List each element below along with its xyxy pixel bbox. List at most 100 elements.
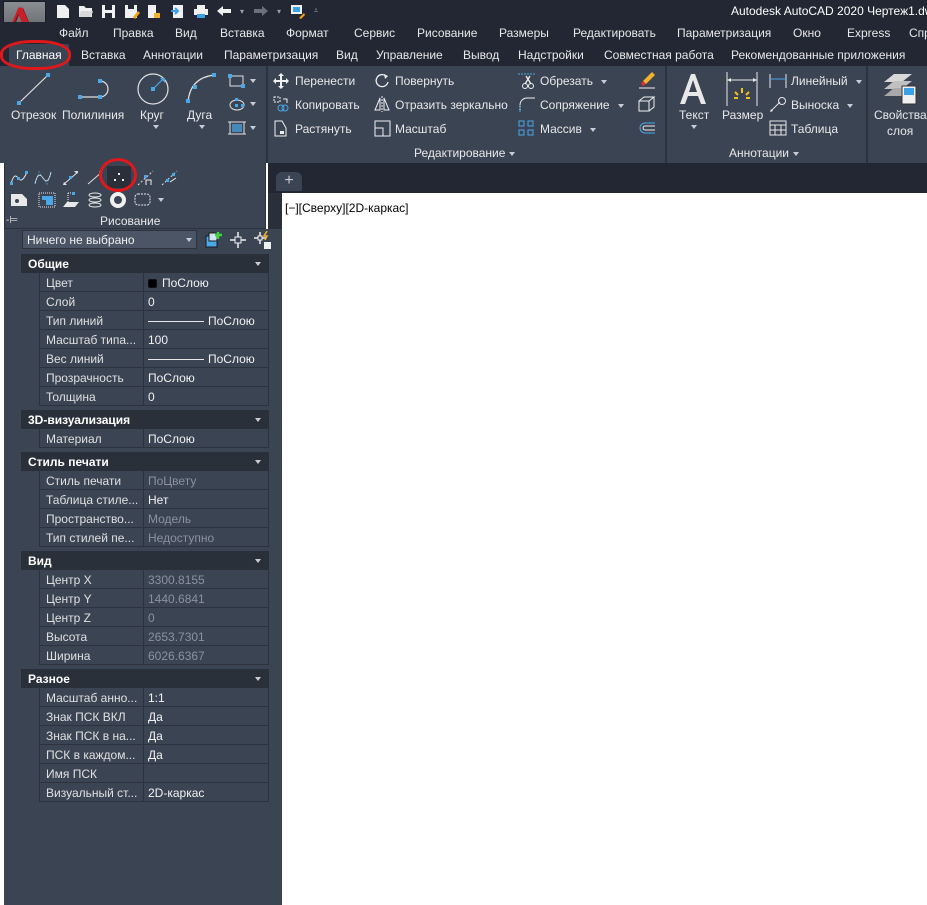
property-row[interactable]: Центр X 3300.8155 (39, 570, 269, 589)
region-icon[interactable] (10, 193, 28, 210)
array-dropdown-icon[interactable] (589, 127, 596, 132)
rectangle-tool[interactable] (228, 74, 258, 88)
hatch-dropdown-icon[interactable] (250, 126, 256, 130)
redo-icon[interactable] (252, 3, 269, 20)
property-row[interactable]: Цвет ПоСлою (39, 273, 269, 292)
trim-button[interactable]: Обрезать (540, 74, 607, 88)
ellipse-dropdown-icon[interactable] (250, 102, 256, 106)
property-row[interactable]: Тип стилей пе... Недоступно (39, 528, 269, 547)
collapse-group-icon[interactable] (255, 460, 261, 464)
property-group-header[interactable]: Вид (21, 551, 269, 570)
pin-panel-icon[interactable]: -⊨ (6, 215, 18, 226)
modify-panel-title[interactable]: Редактирование (414, 146, 516, 160)
property-row[interactable]: Стиль печати ПоЦвету (39, 471, 269, 490)
copy-button[interactable]: Копировать (295, 98, 360, 112)
dimension-tool-label[interactable]: Размер (722, 108, 763, 122)
menu-dimension[interactable]: Размеры (499, 26, 549, 40)
menu-help[interactable]: Справка (909, 26, 927, 40)
menu-format[interactable]: Формат (286, 26, 329, 40)
property-value[interactable]: 100 (148, 333, 168, 347)
text-tool-icon[interactable] (678, 72, 708, 106)
collapse-group-icon[interactable] (255, 559, 261, 563)
property-group-header[interactable]: 3D-визуализация (21, 410, 269, 429)
donut-icon[interactable] (110, 192, 126, 211)
property-value[interactable]: 0 (148, 390, 155, 404)
move-button[interactable]: Перенести (295, 74, 355, 88)
tab-manage[interactable]: Управление (376, 44, 443, 66)
property-row[interactable]: Слой 0 (39, 292, 269, 311)
ellipse-tool[interactable] (228, 97, 258, 111)
erase-icon[interactable] (638, 71, 656, 92)
property-value[interactable]: ПоСлою (148, 352, 255, 366)
property-group-header[interactable]: Общие (21, 254, 269, 273)
tab-insert[interactable]: Вставка (81, 44, 126, 66)
explode-icon[interactable] (638, 96, 656, 115)
menu-view[interactable]: Вид (175, 26, 197, 40)
layer-properties-label-2[interactable]: слоя (887, 124, 913, 138)
arc-dropdown-icon[interactable] (199, 125, 205, 129)
line-tool-label[interactable]: Отрезок (11, 108, 56, 122)
polyline-tool-icon[interactable] (76, 78, 112, 102)
layer-properties-icon[interactable] (882, 72, 918, 106)
open-folder-icon[interactable] (77, 3, 94, 20)
save-as-icon[interactable] (123, 3, 140, 20)
menu-express[interactable]: Express (847, 26, 890, 40)
property-row[interactable]: Имя ПСК (39, 764, 269, 783)
save-to-web-icon[interactable] (169, 3, 186, 20)
multiple-points-button[interactable] (107, 166, 131, 188)
menu-window[interactable]: Окно (793, 26, 821, 40)
property-row[interactable]: Пространство... Модель (39, 509, 269, 528)
toggle-pickadd-icon[interactable] (205, 231, 223, 249)
gradient-icon[interactable] (38, 192, 56, 211)
print-icon[interactable] (192, 3, 209, 20)
property-value[interactable]: Да (148, 748, 163, 762)
select-objects-icon[interactable] (229, 231, 247, 249)
workspace-icon[interactable] (289, 3, 306, 20)
property-row[interactable]: Центр Y 1440.6841 (39, 589, 269, 608)
property-row[interactable]: Знак ПСК ВКЛ Да (39, 707, 269, 726)
property-value[interactable]: ПоСлою (148, 276, 209, 290)
menu-edit[interactable]: Правка (113, 26, 154, 40)
property-group-header[interactable]: Стиль печати (21, 452, 269, 471)
measure-icon[interactable] (161, 170, 179, 189)
tab-collaborate[interactable]: Совместная работа (604, 44, 714, 66)
property-value[interactable]: 1:1 (148, 691, 165, 705)
draw-panel-title[interactable]: Рисование (100, 214, 160, 228)
viewport-controls[interactable]: [−][Сверху][2D-каркас] (285, 201, 409, 215)
divide-icon[interactable] (137, 170, 155, 189)
line-tool-icon[interactable] (16, 72, 52, 106)
property-row[interactable]: Прозрачность ПоСлою (39, 368, 269, 387)
arc-tool-label[interactable]: Дуга (187, 108, 212, 122)
circle-tool-icon[interactable] (136, 72, 170, 106)
fillet-dropdown-icon[interactable] (617, 103, 624, 108)
collapse-group-icon[interactable] (255, 418, 261, 422)
text-dropdown-icon[interactable] (691, 125, 697, 129)
property-value[interactable]: ПоСлою (148, 314, 255, 328)
tab-featured-apps[interactable]: Рекомендованные приложения (731, 44, 905, 66)
layer-properties-label-1[interactable]: Свойства (874, 108, 927, 122)
offset-icon[interactable] (638, 120, 656, 139)
property-row[interactable]: ПСК в каждом... Да (39, 745, 269, 764)
annotation-panel-title[interactable]: Аннотации (729, 146, 799, 160)
redo-dropdown-icon[interactable]: ▾ (275, 7, 283, 16)
collapse-group-icon[interactable] (255, 677, 261, 681)
customize-qat-icon[interactable]: ⩡ (312, 6, 320, 16)
property-row[interactable]: Визуальный ст... 2D-каркас (39, 783, 269, 802)
open-from-web-icon[interactable] (146, 3, 163, 20)
text-tool-label[interactable]: Текст (679, 108, 709, 122)
tab-annotate[interactable]: Аннотации (143, 44, 203, 66)
property-row[interactable]: Центр Z 0 (39, 608, 269, 627)
scale-button[interactable]: Масштаб (395, 122, 446, 136)
property-row[interactable]: Тип линий ПоСлою (39, 311, 269, 330)
polyline-tool-label[interactable]: Полилиния (62, 108, 124, 122)
construction-line-icon[interactable] (86, 170, 104, 189)
spline-cv-icon[interactable] (34, 170, 52, 189)
ray-icon[interactable] (62, 170, 80, 189)
modify-panel-expand-icon[interactable] (509, 151, 516, 156)
revision-cloud-icon[interactable] (134, 193, 152, 210)
property-row[interactable]: Таблица стиле... Нет (39, 490, 269, 509)
property-row[interactable]: Ширина 6026.6367 (39, 646, 269, 665)
dimension-tool-icon[interactable] (725, 72, 759, 106)
property-value[interactable]: Да (148, 729, 163, 743)
array-button[interactable]: Массив (540, 122, 596, 136)
